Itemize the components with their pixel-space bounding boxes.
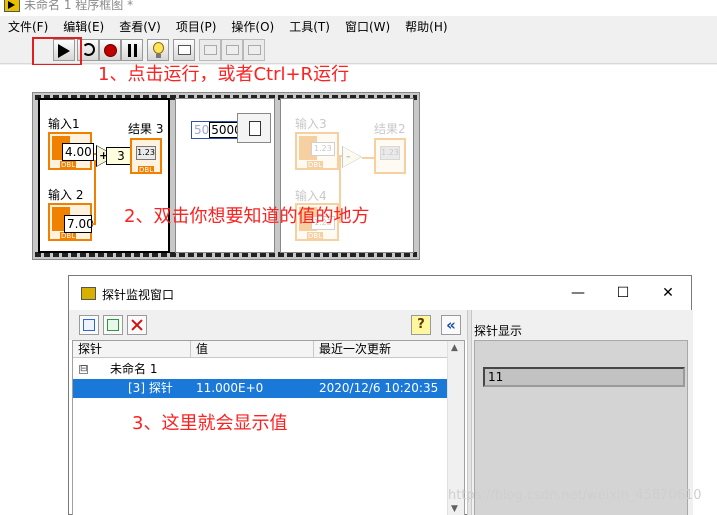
scroll-down-icon[interactable]: ▼ (451, 504, 458, 514)
new-probe-icon (83, 319, 95, 331)
highlight-execution-button[interactable] (147, 39, 169, 61)
wait-constant[interactable]: 50 5000 (191, 121, 244, 139)
new-probe-button[interactable] (79, 315, 99, 335)
result2-display: 1.23 (380, 146, 400, 160)
clock-icon (249, 121, 261, 136)
retain-wire-values-button[interactable] (173, 39, 195, 61)
add-probe-button[interactable] (103, 315, 123, 335)
probe-last-update: 2020/12/6 10:20:35 (319, 381, 439, 395)
input2-type: DBL (60, 232, 77, 240)
result2-indicator[interactable]: 1.23 (374, 138, 406, 174)
result2-label: 结果2 (374, 122, 406, 136)
menu-view[interactable]: 查看(V) (119, 18, 161, 35)
annotation-step-1: 1、点击运行，或者Ctrl+R运行 (98, 64, 350, 85)
step-over-button[interactable] (221, 39, 243, 61)
pause-icon (128, 44, 137, 57)
probe-window-title-bar: 探针监视窗口 — ☐ ✕ (69, 276, 691, 310)
step-into-icon (204, 45, 217, 55)
annotation-step-2: 2、双击你想要知道的值的地方 (124, 206, 370, 227)
double-chevron-left-icon: « (446, 316, 456, 334)
group-name: 未命名 1 (110, 362, 158, 376)
tree-group-row[interactable]: ⊟ 未命名 1 (73, 360, 448, 379)
step-out-button[interactable] (243, 39, 265, 61)
wait-ms-node[interactable] (237, 113, 271, 143)
probe-window-icon (81, 287, 96, 300)
input1-label: 输入1 (48, 117, 80, 131)
column-header-last-update[interactable]: 最近一次更新 (314, 341, 448, 358)
probe-window-title: 探针监视窗口 (102, 288, 175, 302)
watermark: https://blog.csdn.net/weixin_45870610 (448, 488, 702, 503)
probe-display-panel: 探针显示 11 (472, 310, 693, 515)
add-probe-icon (107, 319, 119, 331)
input1-type: DBL (60, 161, 77, 169)
input3-label: 输入3 (295, 117, 327, 131)
menu-edit[interactable]: 编辑(E) (63, 18, 104, 35)
help-button[interactable]: ? (411, 315, 431, 335)
input3-type: DBL (307, 161, 324, 169)
menu-help[interactable]: 帮助(H) (405, 18, 447, 35)
wire-sub-result[interactable] (362, 157, 374, 159)
maximize-button[interactable]: ☐ (608, 282, 638, 304)
input2-label: 输入 2 (48, 188, 84, 202)
column-header-value[interactable]: 值 (191, 341, 314, 358)
labview-app-icon (4, 0, 20, 12)
probe-value: 11.000E+0 (196, 381, 264, 395)
step-out-icon (248, 45, 261, 55)
pause-button[interactable] (121, 39, 143, 61)
probe-display-label: 探针显示 (474, 324, 523, 338)
window-title-bar: 未命名 1 程序框图 * (0, 0, 717, 16)
column-header-probe[interactable]: 探针 (73, 341, 191, 358)
tree-collapse-icon[interactable]: ⊟ (79, 365, 88, 374)
menu-tools[interactable]: 工具(T) (289, 18, 330, 35)
retain-wire-values-icon (178, 45, 191, 55)
run-highlight-box (32, 37, 82, 66)
step-into-button[interactable] (199, 39, 221, 61)
input2-value[interactable]: 7.00 (64, 215, 94, 233)
step-over-icon (226, 45, 239, 55)
collapse-display-button[interactable]: « (441, 315, 461, 335)
table-row[interactable]: [3] 探针 11.000E+0 2020/12/6 10:20:35 (73, 379, 448, 398)
scroll-up-icon[interactable]: ▲ (451, 343, 458, 353)
subtract-operator: - (346, 150, 351, 163)
minimize-button[interactable]: — (563, 282, 593, 304)
input4-type: DBL (307, 232, 324, 240)
probe-list-header: 探针 值 最近一次更新 (73, 341, 464, 358)
close-button[interactable]: ✕ (653, 282, 683, 304)
probe-name: [3] 探针 (128, 381, 173, 395)
abort-icon (104, 44, 117, 57)
annotation-step-3: 3、这里就会显示值 (132, 413, 288, 434)
probe-display-value: 11 (483, 367, 685, 387)
menu-bar: 文件(F) 编辑(E) 查看(V) 项目(P) 操作(O) 工具(T) 窗口(W… (0, 16, 717, 36)
result3-display: 1.23 (136, 146, 156, 160)
input3-display: 1.23 (311, 142, 335, 156)
result3-type: DBL (138, 166, 155, 174)
result3-label: 结果 3 (128, 122, 164, 136)
constant-ghost-digits: 50 (194, 123, 210, 137)
run-continuously-icon (82, 43, 95, 56)
wire-input2-add-vertical[interactable] (94, 160, 96, 224)
window-title: 未命名 1 程序框图 * (24, 0, 134, 12)
menu-file[interactable]: 文件(F) (8, 18, 48, 35)
menu-project[interactable]: 项目(P) (176, 18, 217, 35)
menu-window[interactable]: 窗口(W) (345, 18, 390, 35)
abort-button[interactable] (99, 39, 121, 61)
input1-value[interactable]: 4.00 (62, 143, 94, 161)
wire-input2-stub[interactable] (92, 223, 96, 225)
probe-watch-window: 探针监视窗口 — ☐ ✕ ? « 探针 值 最近一次更新 ⊟ 未命名 1 [3]… (68, 275, 693, 515)
highlight-execution-icon (153, 42, 164, 58)
delete-probe-button[interactable] (127, 315, 147, 335)
delete-icon (131, 319, 143, 331)
menu-operate[interactable]: 操作(O) (231, 18, 274, 35)
help-icon: ? (417, 317, 425, 332)
